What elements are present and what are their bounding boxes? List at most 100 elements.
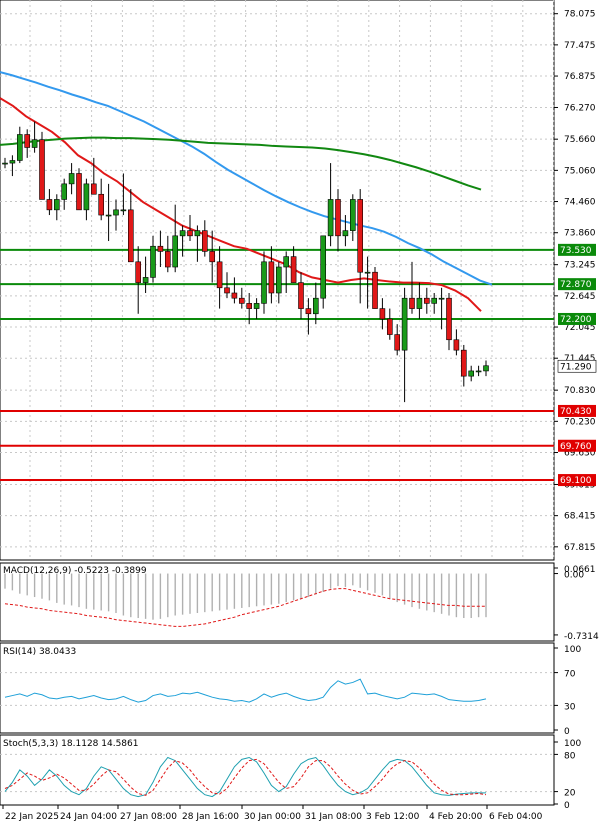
candle-body xyxy=(416,297,423,309)
candle-body xyxy=(468,370,475,377)
candle-body xyxy=(83,183,90,211)
candle-body xyxy=(98,193,104,216)
price-tick-label: 73.245 xyxy=(564,261,596,271)
candle-body xyxy=(135,261,141,283)
price-tick-label: 75.060 xyxy=(564,166,596,176)
candle-body xyxy=(342,230,349,237)
candle-body xyxy=(61,183,68,200)
candle-body xyxy=(327,199,334,237)
candle-body xyxy=(305,308,312,315)
candle-body xyxy=(142,277,149,283)
candle-body xyxy=(165,251,171,268)
price-tick-label: 76.270 xyxy=(564,103,596,113)
candle-body xyxy=(209,251,215,263)
stoch-axis: 100 80 20 0 xyxy=(554,739,581,811)
price-tick-label: 72.645 xyxy=(564,292,596,302)
candle-body xyxy=(446,297,452,341)
candle-body xyxy=(46,199,53,211)
candle-body xyxy=(150,245,156,278)
candle-body xyxy=(231,292,238,299)
osc-tick-label: 80 xyxy=(564,751,576,761)
time-tick-label: 22 Jan 2025 xyxy=(5,812,59,822)
time-tick-label: 27 Jan 08:00 xyxy=(120,812,177,822)
level-label: 69.760 xyxy=(560,442,592,452)
osc-tick-label: 70 xyxy=(564,670,576,680)
osc-tick-label: 0 xyxy=(564,801,570,811)
time-tick-label: 4 Feb 20:00 xyxy=(429,812,483,822)
candle-body xyxy=(2,162,8,165)
candle-body xyxy=(128,209,134,263)
candle-body xyxy=(76,173,82,211)
candle-body xyxy=(386,318,393,335)
candle-body xyxy=(460,349,467,377)
price-tick-label: 67.815 xyxy=(564,543,596,553)
macd-tick-label: 0.00 xyxy=(564,571,584,581)
rsi-axis: 100 70 30 0 xyxy=(554,645,581,737)
candle-body xyxy=(349,199,356,231)
rsi-panel[interactable]: RSI(14) 38.0433 100 70 30 0 xyxy=(0,642,581,737)
candle-body xyxy=(290,256,297,283)
level-label: 72.870 xyxy=(560,280,592,290)
candle-body xyxy=(335,199,341,237)
price-tick-label: 68.415 xyxy=(564,512,596,522)
time-tick-label: 3 Feb 12:00 xyxy=(366,812,420,822)
time-tick-label: 24 Jan 04:00 xyxy=(60,812,117,822)
level-label: 73.530 xyxy=(560,246,592,256)
candle-body xyxy=(239,297,245,304)
candle-body xyxy=(216,261,223,289)
candle-body xyxy=(194,230,201,237)
candle-body xyxy=(157,245,164,252)
osc-tick-label: 100 xyxy=(564,645,581,655)
candle-body xyxy=(120,209,127,212)
time-tick-label: 28 Jan 16:00 xyxy=(182,812,239,822)
candle-body xyxy=(283,256,290,268)
price-tick-label: 70.830 xyxy=(564,386,596,396)
osc-tick-label: 30 xyxy=(564,702,576,712)
candle-body xyxy=(298,282,304,309)
price-tick-label: 70.230 xyxy=(564,417,596,427)
candle-body xyxy=(320,235,327,299)
candle-body xyxy=(372,271,378,309)
candle-body xyxy=(16,134,23,161)
price-tick-label: 74.460 xyxy=(564,198,596,208)
candle-body xyxy=(53,199,60,211)
price-tick-label: 73.860 xyxy=(564,229,596,239)
price-tick-label: 75.660 xyxy=(564,135,596,145)
osc-tick-label: 20 xyxy=(564,789,576,799)
level-label: 69.100 xyxy=(560,476,592,486)
candle-body xyxy=(357,199,364,273)
candle-body xyxy=(91,183,97,195)
candle-body xyxy=(453,339,460,351)
candle-body xyxy=(105,214,112,217)
candle-body xyxy=(246,303,252,309)
candle-body xyxy=(401,297,408,351)
macd-panel[interactable]: MACD(12,26,9) -0.5223 -0.3899 0.06610.00… xyxy=(0,562,599,642)
osc-tick-label: 100 xyxy=(564,739,581,749)
trading-chart[interactable]: 78.075 77.475 76.875 76.270 75.660 75.060 74.4… xyxy=(0,0,600,824)
candle-body xyxy=(113,209,119,216)
candle-body xyxy=(423,297,430,304)
rsi-title: RSI(14) 38.0433 xyxy=(3,647,76,657)
candle-body xyxy=(312,297,319,315)
candle-body xyxy=(39,139,45,200)
candle-body xyxy=(179,230,186,237)
price-panel[interactable]: 78.075 77.475 76.875 76.270 75.660 75.060 74.4… xyxy=(0,0,597,561)
time-axis: 22 Jan 2025 24 Jan 04:00 27 Jan 08:00 28 Ja… xyxy=(2,805,543,822)
level-label: 72.200 xyxy=(560,315,592,325)
candle-body xyxy=(394,334,401,351)
stoch-panel[interactable]: Stoch(5,3,3) 18.1128 14.5861 100 80 20 0 xyxy=(0,734,581,811)
price-tick-label: 78.075 xyxy=(564,10,596,20)
candle-body xyxy=(438,297,445,300)
rsi-panel-frame xyxy=(0,642,555,734)
candle-body xyxy=(253,303,260,309)
time-tick-label: 6 Feb 04:00 xyxy=(489,812,543,822)
candle-body xyxy=(364,271,371,274)
candle-body xyxy=(31,139,38,148)
candle-body xyxy=(483,365,489,372)
stoch-title: Stoch(5,3,3) 18.1128 14.5861 xyxy=(3,739,138,749)
time-tick-label: 30 Jan 00:00 xyxy=(244,812,301,822)
candle-body xyxy=(224,287,230,294)
osc-tick-label: 0 xyxy=(564,727,570,737)
candle-body xyxy=(187,230,193,237)
candle-body xyxy=(9,160,16,164)
